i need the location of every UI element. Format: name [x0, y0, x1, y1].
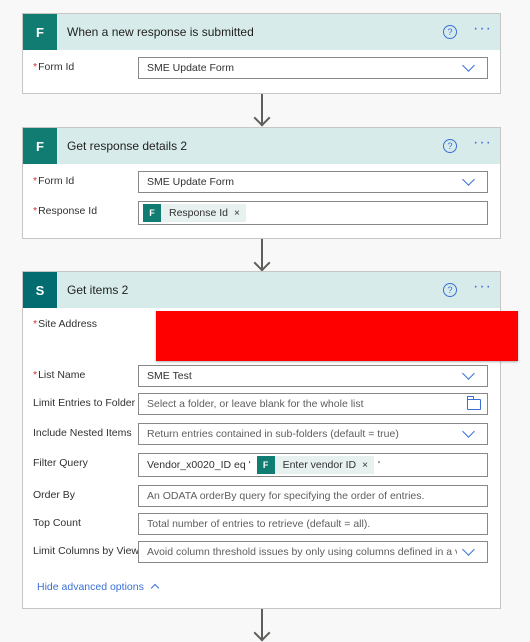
help-icon[interactable]: ? — [443, 139, 458, 153]
remove-token-icon[interactable]: × — [234, 208, 240, 219]
trigger-card: F When a new response is submitted ? ···… — [22, 13, 501, 94]
folder-icon[interactable] — [467, 396, 481, 410]
get-response-card: F Get response details 2 ? ··· *Form Id … — [22, 127, 501, 239]
forms-icon: F — [143, 204, 161, 222]
chevron-down-icon[interactable] — [462, 425, 475, 438]
form-id-dropdown[interactable]: SME Update Form — [138, 57, 488, 79]
chevron-down-icon[interactable] — [462, 173, 475, 186]
list-name-dropdown[interactable]: SME Test — [138, 365, 488, 387]
forms-icon: F — [23, 14, 57, 50]
forms-icon: F — [256, 456, 275, 474]
help-icon[interactable]: ? — [443, 283, 458, 297]
order-by-input[interactable]: An ODATA orderBy query for specifying th… — [138, 485, 488, 507]
forms-icon: F — [23, 128, 57, 164]
form-id-row: *Form Id SME Update Form — [33, 57, 488, 81]
remove-token-icon[interactable]: × — [362, 460, 368, 471]
card-title: When a new response is submitted — [67, 25, 254, 39]
card-header[interactable]: S Get items 2 ? ··· — [23, 272, 500, 308]
form-id-dropdown[interactable]: SME Update Form — [138, 171, 488, 193]
form-id-label: *Form Id — [33, 61, 75, 73]
top-count-input[interactable]: Total number of entries to retrieve (def… — [138, 513, 488, 535]
limit-folder-label: Limit Entries to Folder — [33, 397, 136, 409]
help-icon[interactable]: ? — [443, 25, 458, 39]
order-by-label: Order By — [33, 489, 76, 501]
site-address-label: *Site Address — [33, 318, 98, 330]
get-items-card: S Get items 2 ? ··· *Site Address *List … — [22, 271, 518, 609]
filter-query-label: Filter Query — [33, 457, 88, 469]
more-options-icon[interactable]: ··· — [473, 135, 492, 151]
card-title: Get response details 2 — [67, 139, 188, 153]
chevron-down-icon[interactable] — [462, 59, 475, 72]
card-header[interactable]: F Get response details 2 ? ··· — [23, 128, 500, 164]
sharepoint-icon: S — [23, 272, 57, 308]
chevron-down-icon[interactable] — [462, 543, 475, 556]
hide-advanced-options-link[interactable]: Hide advanced options — [37, 581, 160, 593]
form-id-value: SME Update Form — [147, 62, 234, 74]
chevron-down-icon[interactable] — [462, 367, 475, 380]
chevron-up-icon — [150, 583, 160, 593]
card-title: Get items 2 — [67, 283, 129, 297]
nested-label: Include Nested Items — [33, 427, 132, 439]
response-id-label: *Response Id — [33, 205, 98, 217]
limit-columns-dropdown[interactable]: Avoid column threshold issues by only us… — [138, 541, 488, 563]
form-id-value: SME Update Form — [147, 176, 234, 188]
more-options-icon[interactable]: ··· — [473, 279, 492, 295]
dynamic-token[interactable]: F Enter vendor ID × — [256, 456, 374, 474]
nested-dropdown[interactable]: Return entries contained in sub-folders … — [138, 423, 488, 445]
form-id-label: *Form Id — [33, 175, 75, 187]
filter-query-input[interactable]: Vendor_x0020_ID eq ' F Enter vendor ID ×… — [138, 453, 488, 477]
more-options-icon[interactable]: ··· — [473, 21, 492, 37]
response-id-input[interactable]: F Response Id × — [138, 201, 488, 225]
limit-columns-label: Limit Columns by View — [33, 545, 140, 557]
list-name-label: *List Name — [33, 369, 86, 381]
card-header[interactable]: F When a new response is submitted ? ··· — [23, 14, 500, 50]
dynamic-token[interactable]: F Response Id × — [143, 204, 246, 222]
redacted-site-address[interactable] — [156, 311, 518, 361]
top-count-label: Top Count — [33, 517, 81, 529]
limit-folder-input[interactable]: Select a folder, or leave blank for the … — [138, 393, 488, 415]
